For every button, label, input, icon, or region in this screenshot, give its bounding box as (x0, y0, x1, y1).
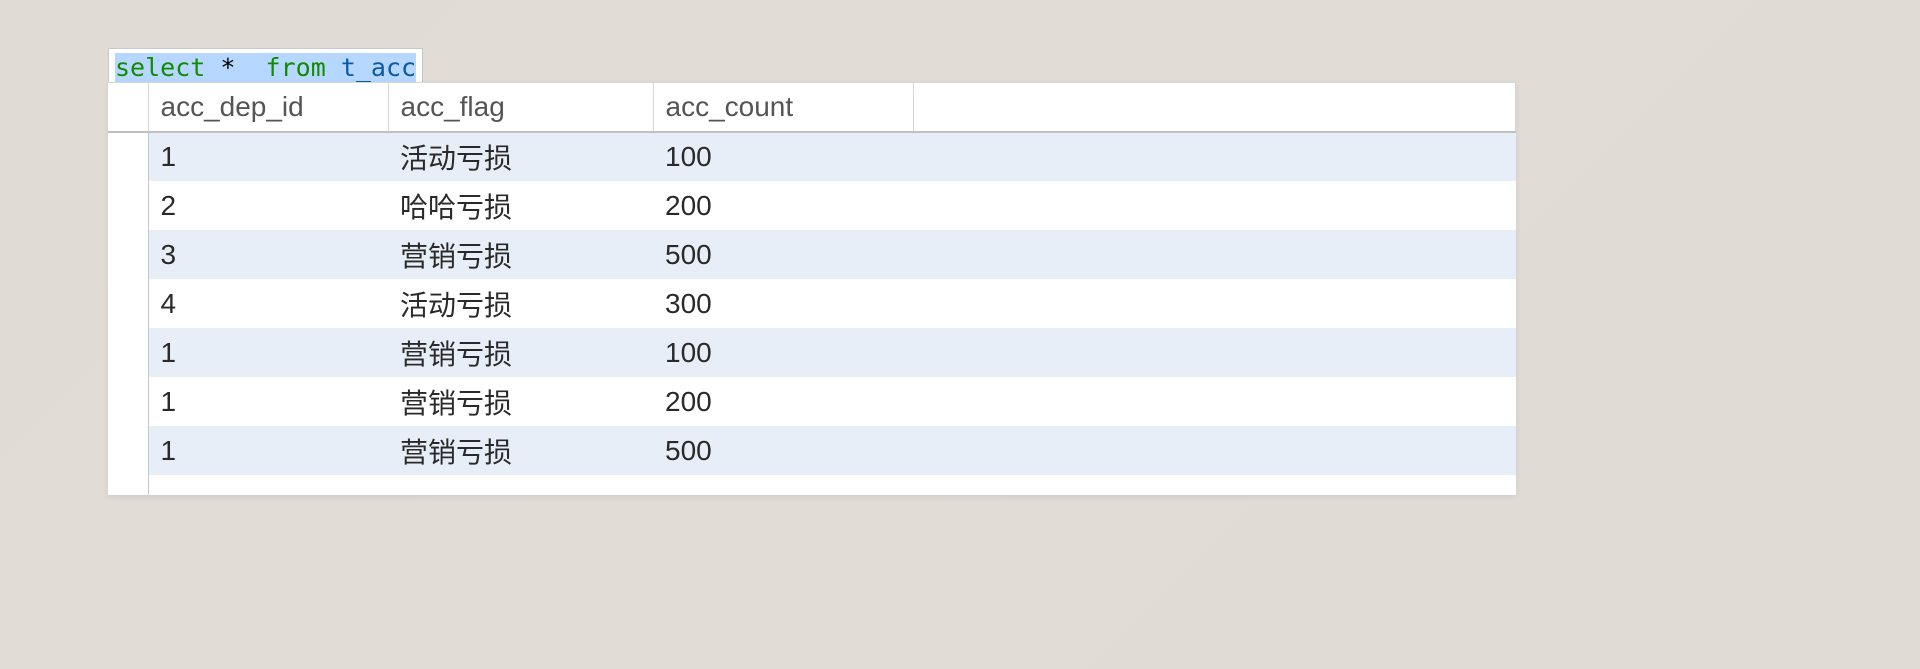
gutter-header (108, 83, 148, 132)
cell-empty (653, 475, 913, 495)
row-gutter (108, 426, 148, 475)
cell-acc_dep_id[interactable]: 2 (148, 181, 388, 230)
column-header[interactable]: acc_count (653, 83, 913, 132)
sql-keyword: from (266, 53, 326, 82)
table-row[interactable]: 1营销亏损200 (108, 377, 1516, 426)
row-gutter (108, 475, 148, 495)
cell-acc_count[interactable]: 500 (653, 426, 913, 475)
cell-acc_flag[interactable]: 营销亏损 (388, 328, 653, 377)
cell-acc_flag[interactable]: 营销亏损 (388, 377, 653, 426)
cell-empty (913, 279, 1516, 328)
table-row[interactable]: 1营销亏损100 (108, 328, 1516, 377)
cell-empty (913, 181, 1516, 230)
column-header[interactable]: acc_dep_id (148, 83, 388, 132)
column-header-empty (913, 83, 1516, 132)
table-row[interactable]: 1活动亏损100 (108, 132, 1516, 181)
row-gutter (108, 279, 148, 328)
cell-acc_flag[interactable]: 营销亏损 (388, 230, 653, 279)
table-row[interactable]: 2哈哈亏损200 (108, 181, 1516, 230)
cell-acc_count[interactable]: 200 (653, 377, 913, 426)
cell-empty (388, 475, 653, 495)
cell-acc_dep_id[interactable]: 3 (148, 230, 388, 279)
sql-keyword: select (115, 53, 205, 82)
header-row: acc_dep_id acc_flag acc_count (108, 83, 1516, 132)
results-grid[interactable]: acc_dep_id acc_flag acc_count 1活动亏损1002哈… (108, 82, 1516, 495)
row-gutter (108, 132, 148, 181)
cell-acc_dep_id[interactable]: 1 (148, 426, 388, 475)
row-gutter (108, 181, 148, 230)
cell-acc_count[interactable]: 500 (653, 230, 913, 279)
sql-star: * (220, 53, 235, 82)
table-row[interactable]: 4活动亏损300 (108, 279, 1516, 328)
cell-acc_dep_id[interactable]: 1 (148, 377, 388, 426)
cell-acc_dep_id[interactable]: 1 (148, 132, 388, 181)
cell-empty (913, 328, 1516, 377)
cell-empty (913, 132, 1516, 181)
table-row[interactable]: 1营销亏损500 (108, 426, 1516, 475)
column-header[interactable]: acc_flag (388, 83, 653, 132)
row-gutter (108, 230, 148, 279)
cell-empty (913, 426, 1516, 475)
cell-acc_flag[interactable]: 哈哈亏损 (388, 181, 653, 230)
cell-acc_count[interactable]: 100 (653, 132, 913, 181)
cell-acc_flag[interactable]: 活动亏损 (388, 132, 653, 181)
cell-acc_count[interactable]: 200 (653, 181, 913, 230)
cell-acc_count[interactable]: 300 (653, 279, 913, 328)
cell-acc_count[interactable]: 100 (653, 328, 913, 377)
cell-acc_dep_id[interactable]: 4 (148, 279, 388, 328)
trailing-row (108, 475, 1516, 495)
cell-empty (913, 475, 1516, 495)
cell-acc_dep_id[interactable]: 1 (148, 328, 388, 377)
table-row[interactable]: 3营销亏损500 (108, 230, 1516, 279)
sql-table: t_acc (341, 53, 416, 82)
cell-empty (913, 230, 1516, 279)
cell-empty (913, 377, 1516, 426)
cell-acc_flag[interactable]: 营销亏损 (388, 426, 653, 475)
cell-empty (148, 475, 388, 495)
cell-acc_flag[interactable]: 活动亏损 (388, 279, 653, 328)
row-gutter (108, 328, 148, 377)
row-gutter (108, 377, 148, 426)
